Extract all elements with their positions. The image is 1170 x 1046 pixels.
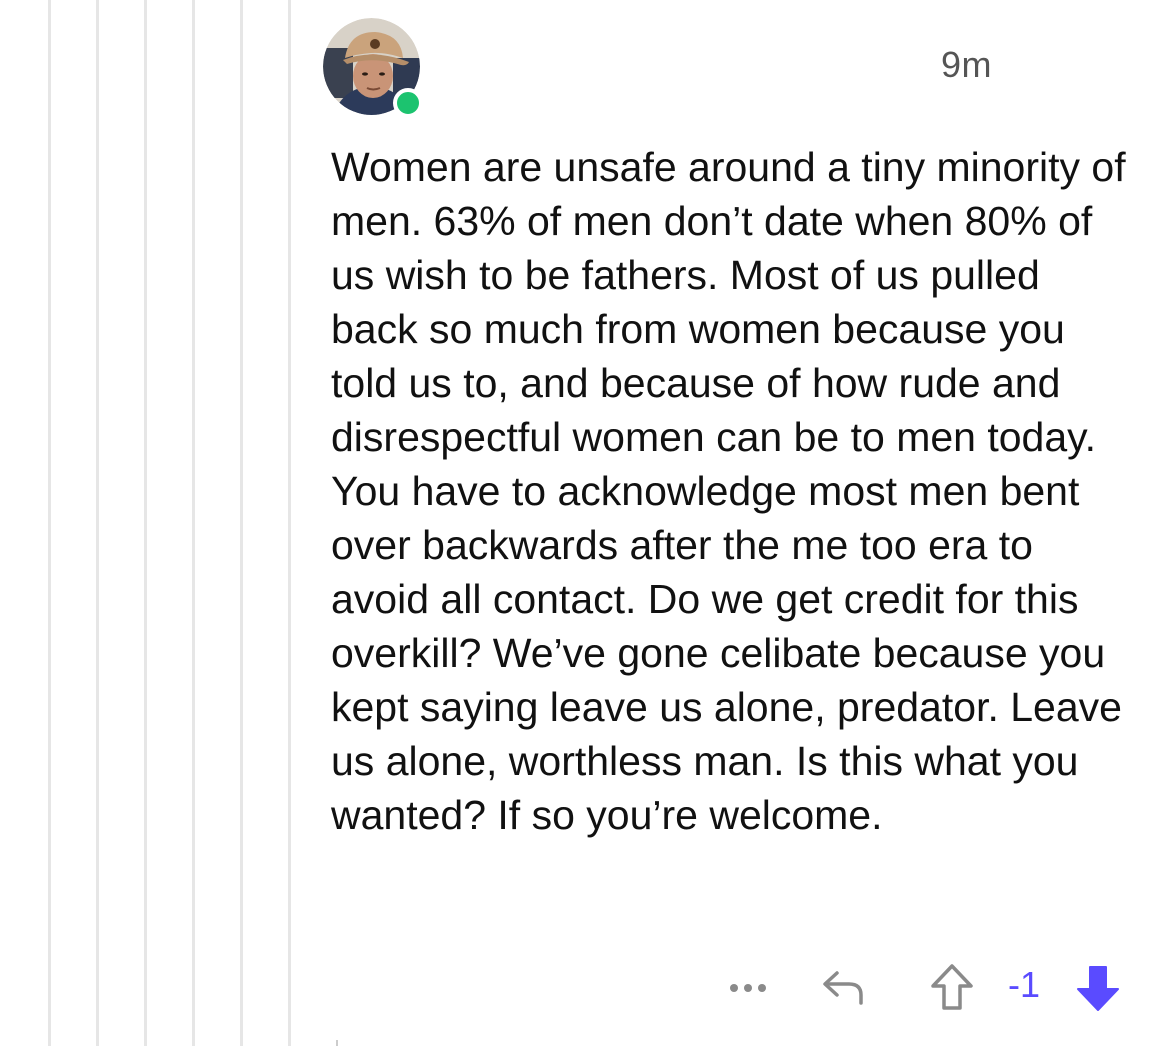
- reply-button[interactable]: [818, 962, 870, 1012]
- thread-line[interactable]: [240, 0, 243, 1046]
- thread-line[interactable]: [96, 0, 99, 1046]
- ellipsis-icon: [730, 984, 766, 992]
- thread-line[interactable]: [192, 0, 195, 1046]
- downvote-button[interactable]: [1072, 962, 1124, 1014]
- thread-indent-lines: [0, 0, 300, 1046]
- thread-line[interactable]: [144, 0, 147, 1046]
- comment-actions: -1: [720, 960, 1130, 1015]
- thread-line[interactable]: [48, 0, 51, 1046]
- comment-body: Women are unsafe around a tiny minority …: [331, 144, 1126, 838]
- next-comment-stub: [336, 1040, 338, 1046]
- vote-score: -1: [1008, 964, 1041, 1005]
- comment-timestamp: 9m: [940, 44, 992, 85]
- online-status-indicator: [393, 88, 423, 118]
- upvote-button[interactable]: [926, 960, 978, 1014]
- reply-arrow-icon: [823, 971, 863, 1005]
- upvote-outline-arrow-icon: [931, 964, 973, 1010]
- avatar[interactable]: [323, 18, 423, 118]
- downvote-filled-arrow-icon: [1077, 966, 1119, 1011]
- thread-line[interactable]: [288, 0, 291, 1046]
- more-options-button[interactable]: [720, 968, 776, 1008]
